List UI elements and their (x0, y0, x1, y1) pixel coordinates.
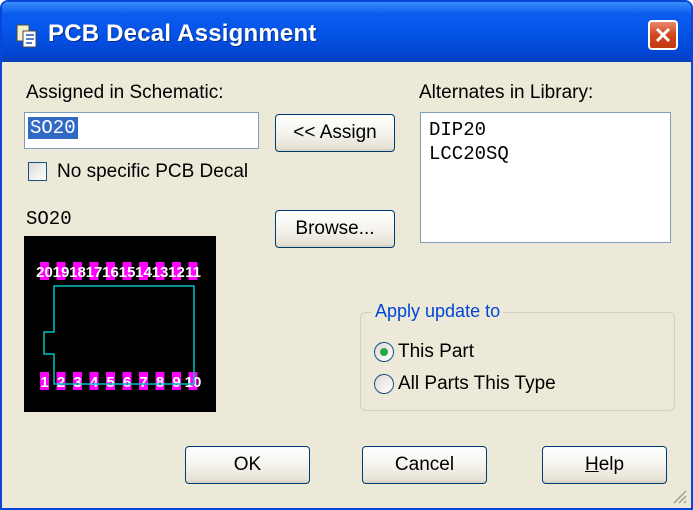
pads-bottom: 1 2 3 4 5 6 7 8 9 10 (40, 372, 201, 391)
pin-label-bottom: 5 (106, 374, 114, 391)
pads-top: 20 19 18 17 16 15 14 13 12 11 (36, 262, 201, 281)
ok-button-label: OK (233, 454, 262, 475)
no-specific-decal-label: No specific PCB Decal (57, 161, 249, 182)
no-specific-decal-checkbox[interactable] (28, 162, 47, 181)
cancel-button-label: Cancel (394, 454, 455, 475)
radio-this-part[interactable] (374, 342, 394, 362)
pin-label-top: 20 (36, 264, 53, 281)
assigned-decal-input[interactable]: SO20 (24, 112, 259, 149)
browse-button[interactable]: Browse... (275, 210, 395, 248)
pin-label-top: 16 (102, 264, 119, 281)
alternates-item-lcc20sq[interactable]: LCC20SQ (429, 143, 509, 165)
decal-outline (43, 285, 195, 385)
help-button[interactable]: Help (542, 446, 667, 484)
help-label-rest: elp (598, 454, 625, 475)
pin-label-bottom: 4 (90, 374, 99, 391)
cancel-button[interactable]: Cancel (362, 446, 487, 484)
ok-button[interactable]: OK (185, 446, 310, 484)
alternates-list[interactable]: DIP20 LCC20SQ (420, 112, 671, 243)
help-accelerator: H (584, 454, 599, 475)
assign-button-label: << Assign (293, 122, 377, 143)
pin-label-top: 18 (69, 264, 86, 281)
radio-all-parts-this-type[interactable] (374, 374, 394, 394)
pin-label-bottom: 8 (156, 374, 164, 391)
dialog-window: PCB Decal Assignment Assigned in Schemat… (0, 0, 693, 510)
pin-label-bottom: 1 (40, 374, 48, 391)
alternates-label: Alternates in Library: (419, 82, 594, 103)
close-button[interactable] (648, 20, 678, 50)
pin-label-bottom: 3 (73, 374, 81, 391)
pin-label-bottom: 10 (185, 374, 202, 391)
radio-selected-dot (380, 348, 388, 356)
decal-outline-notch (44, 332, 54, 354)
help-button-label: Help (543, 454, 666, 476)
pin-label-top: 19 (53, 264, 70, 281)
apply-update-legend: Apply update to (372, 301, 504, 322)
assigned-label: Assigned in Schematic: (26, 82, 224, 103)
pin-label-bottom: 6 (123, 374, 131, 391)
pin-label-bottom: 7 (139, 374, 147, 391)
pin-label-bottom: 2 (57, 374, 65, 391)
radio-all-parts-label: All Parts This Type (398, 373, 556, 394)
title-bar[interactable]: PCB Decal Assignment (2, 2, 691, 62)
pin-label-top: 15 (119, 264, 136, 281)
resize-grip-icon[interactable] (671, 488, 687, 504)
window-title: PCB Decal Assignment (48, 20, 317, 47)
assigned-decal-value: SO20 (28, 117, 78, 139)
app-icon (16, 24, 37, 48)
browse-button-label: Browse... (295, 218, 375, 239)
assign-button[interactable]: << Assign (275, 114, 395, 152)
pin-label-top: 12 (168, 264, 185, 281)
pin-label-top: 11 (185, 264, 201, 281)
alternates-item-dip20[interactable]: DIP20 (429, 119, 486, 141)
close-icon (655, 27, 671, 43)
pin-label-top: 13 (152, 264, 169, 281)
decal-preview: 20 19 18 17 16 15 14 13 12 11 1 2 3 4 5 6 7 8 9 10 (24, 236, 216, 412)
preview-name: SO20 (26, 208, 72, 230)
pin-label-top: 17 (86, 264, 103, 281)
pin-label-bottom: 9 (172, 374, 180, 391)
radio-this-part-label: This Part (398, 341, 475, 362)
pin-label-top: 14 (135, 264, 152, 281)
